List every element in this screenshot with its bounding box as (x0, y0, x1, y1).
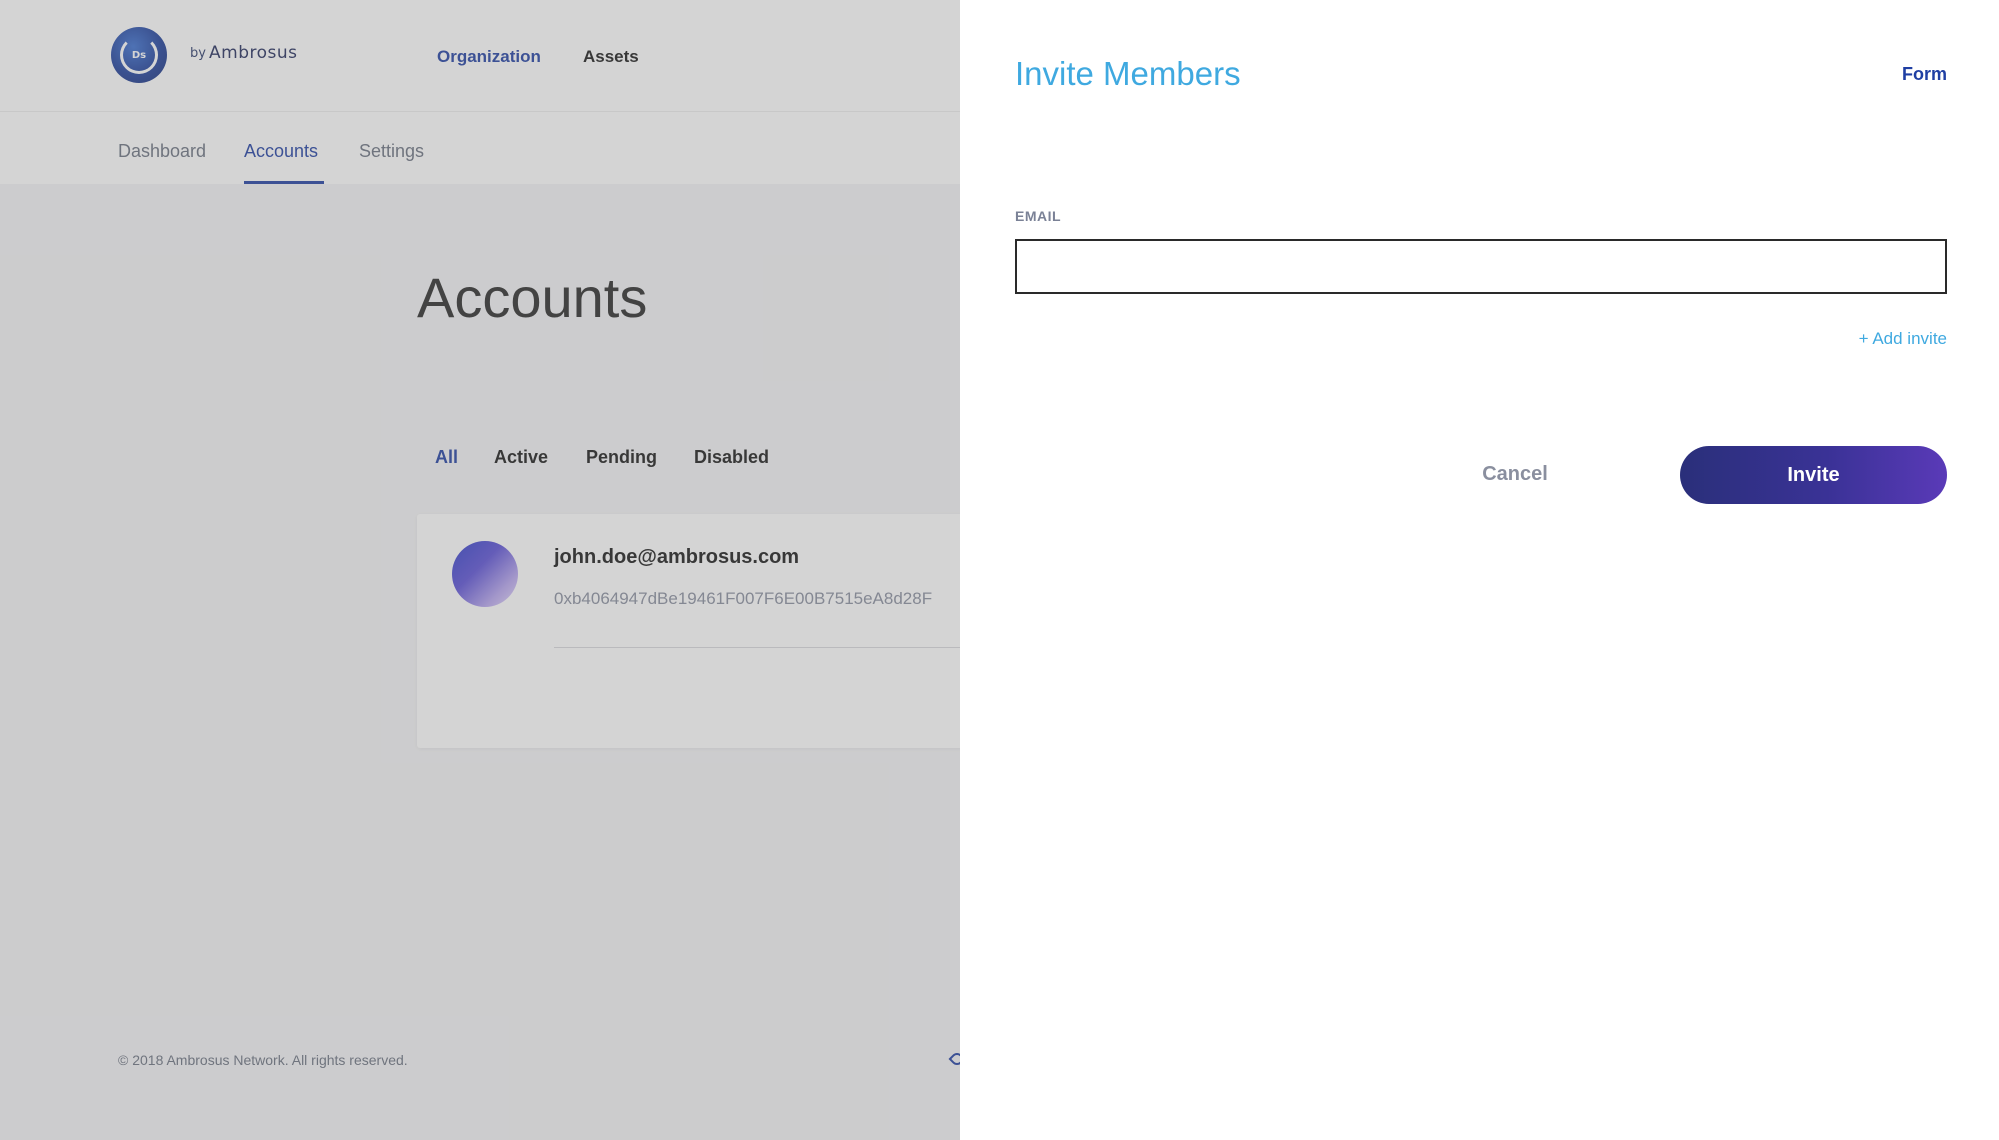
modal-overlay[interactable] (0, 0, 960, 1140)
invite-drawer: Invite Members Form EMAIL + Add invite C… (960, 0, 1999, 1140)
email-label: EMAIL (1015, 208, 1062, 224)
email-field[interactable] (1015, 239, 1947, 294)
invite-button[interactable]: Invite (1680, 446, 1947, 504)
drawer-title: Invite Members (1015, 55, 1241, 92)
form-mode-link[interactable]: Form (1902, 64, 1947, 85)
add-invite-link[interactable]: + Add invite (1859, 329, 1947, 349)
cancel-button[interactable]: Cancel (1440, 446, 1590, 503)
